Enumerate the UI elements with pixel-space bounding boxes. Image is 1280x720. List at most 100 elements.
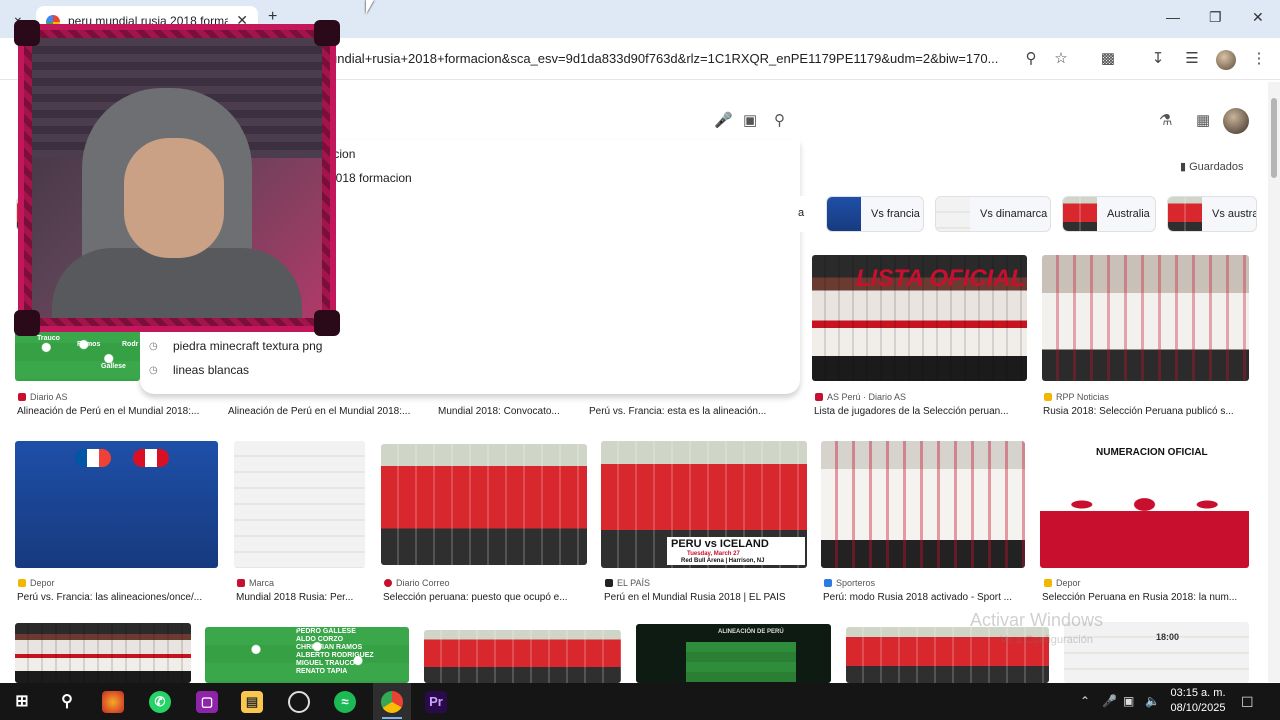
bookmark-star-icon[interactable]: ☆ (1052, 50, 1070, 68)
result-image[interactable]: PERU vs ICELAND Tuesday, March 27 Red Bu… (601, 441, 807, 568)
result-caption[interactable]: Perú en el Mundial Rusia 2018 | EL PAÍS (604, 592, 804, 603)
result-image[interactable] (1042, 255, 1249, 381)
frame-corner-ornament (14, 310, 40, 336)
result-image[interactable] (15, 441, 218, 568)
volume-icon[interactable]: 🔈 (1145, 694, 1160, 708)
result-image[interactable] (15, 623, 191, 683)
page-scrollbar[interactable] (1268, 82, 1280, 682)
image-overlay-text: LISTA OFICIAL (856, 265, 1026, 292)
pitch-graphic (686, 642, 796, 682)
network-icon[interactable]: ▣ (1123, 694, 1134, 708)
frame-corner-ornament (314, 310, 340, 336)
result-image[interactable] (821, 441, 1025, 568)
saved-link[interactable]: ▮ Guardados (1180, 160, 1244, 173)
minimize-icon[interactable]: — (1166, 9, 1180, 25)
result-caption[interactable]: Mundial 2018: Convocato... (438, 406, 573, 417)
result-source-name: EL PAÍS (617, 578, 651, 588)
player-label: Rodr (122, 341, 139, 348)
close-window-icon[interactable]: ✕ (1252, 9, 1264, 26)
file-explorer-icon[interactable]: ▤ (241, 691, 263, 713)
chip-thumbnail (1063, 197, 1097, 231)
profile-avatar[interactable] (1216, 50, 1236, 70)
result-source: AS Perú · Diario AS (815, 392, 906, 402)
suggestion-item[interactable]: piedra minecraft textura png (173, 339, 322, 353)
voice-search-icon[interactable]: 🎤 (714, 111, 733, 129)
result-caption[interactable]: Perú vs. Francia: esta es la alineación.… (589, 406, 779, 417)
premiere-pro-icon[interactable]: Pr (425, 691, 447, 713)
windows-start-icon[interactable]: ⊞ (11, 691, 33, 713)
result-caption[interactable]: Perú vs. Francia: las alineaciones/once/… (17, 592, 217, 603)
image-search-icon[interactable]: ▣ (743, 111, 757, 129)
zoom-icon[interactable]: ⚲ (1022, 50, 1040, 68)
webcam-person-body (52, 248, 302, 318)
result-source: Diario AS (18, 392, 68, 402)
result-source: RPP Noticias (1044, 392, 1109, 402)
spotify-icon[interactable]: ≈ (334, 691, 356, 713)
result-caption[interactable]: Perú: modo Rusia 2018 activado - Sport .… (823, 592, 1023, 603)
saved-label: Guardados (1189, 161, 1244, 173)
restore-icon[interactable]: ❐ (1209, 9, 1222, 26)
result-caption[interactable]: Selección Peruana en Rusia 2018: la num.… (1042, 592, 1249, 603)
account-avatar[interactable] (1223, 108, 1249, 134)
suggestion-item[interactable]: 2018 formacion (329, 171, 412, 185)
chrome-icon[interactable] (381, 691, 403, 713)
chip-vs-francia[interactable]: Vs francia (826, 196, 924, 232)
chip-vs-dinamarca[interactable]: Vs dinamarca (935, 196, 1051, 232)
result-image[interactable] (234, 441, 365, 568)
system-clock[interactable]: 03:15 a. m. 08/10/2025 (1165, 686, 1231, 716)
taskbar-search-icon[interactable]: ⚲ (56, 691, 78, 713)
frame-corner-ornament (314, 20, 340, 46)
result-caption[interactable]: Lista de jugadores de la Selección perua… (814, 406, 1024, 417)
search-icon[interactable]: ⚲ (774, 111, 785, 129)
result-caption[interactable]: Selección peruana: puesto que ocupó e... (383, 592, 583, 603)
microphone-icon[interactable]: 🎤 (1102, 694, 1117, 708)
tray-overflow-chevron-icon[interactable]: ⌃ (1080, 694, 1090, 708)
result-image[interactable] (424, 630, 621, 683)
address-bar[interactable]: undial+rusia+2018+formacion&sca_esv=9d1d… (330, 51, 1010, 66)
labs-flask-icon[interactable]: ⚗ (1159, 111, 1172, 129)
suggestion-item[interactable]: lineas blancas (173, 363, 249, 377)
result-source: Depor (1044, 578, 1081, 588)
result-image[interactable]: LISTA OFICIAL (812, 255, 1027, 381)
chip-label: Vs dinamarca (980, 208, 1048, 220)
image-overlay-text: ALINEACIÓN DE PERÚ (718, 629, 784, 635)
history-clock-icon: ◷ (149, 365, 158, 376)
apps-grid-icon[interactable]: ▦ (1196, 111, 1210, 129)
whatsapp-icon[interactable]: ✆ (149, 691, 171, 713)
browser-menu-icon[interactable]: ⋮ (1250, 50, 1268, 68)
result-source-name: Sporteros (836, 578, 876, 588)
chip-label: Vs austra (1212, 208, 1257, 220)
clock-time: 03:15 a. m. (1170, 687, 1226, 699)
download-icon[interactable]: ↧ (1149, 50, 1167, 68)
taskbar-app-icon[interactable] (102, 691, 124, 713)
peru-flag-icon (133, 449, 169, 467)
windows-taskbar: ⊞ ⚲ ✆ ▢ ▤ ≈ Pr ⌃ 🎤 ▣ 🔈 03:15 a. m. 08/10… (0, 683, 1280, 720)
webcam-feed (32, 38, 322, 318)
result-source-name: Depor (1056, 578, 1081, 588)
media-control-icon[interactable]: ☰ (1183, 50, 1201, 68)
result-image[interactable]: ALINEACIÓN DE PERÚ (636, 624, 831, 683)
extensions-icon[interactable]: ▩ (1099, 50, 1117, 68)
result-image[interactable] (381, 444, 587, 565)
chip-label: Vs francia (871, 208, 920, 220)
image-overlay-text: 18:00 (1156, 632, 1180, 642)
windows-activation-subtext: Ve a Configuración (1000, 634, 1093, 646)
chip[interactable]: a (760, 196, 812, 232)
obs-icon[interactable] (288, 691, 310, 713)
webcam-person-face (124, 138, 224, 258)
scrollbar-thumb[interactable] (1271, 98, 1277, 178)
windows-activation-watermark: Activar Windows (970, 610, 1104, 630)
result-caption[interactable]: Rusia 2018: Selección Peruana publicó s.… (1043, 406, 1248, 417)
notification-center-icon[interactable]: ☐ (1241, 694, 1254, 711)
result-caption[interactable]: Mundial 2018 Rusia: Per... (236, 592, 361, 603)
result-image[interactable]: NUMERACION OFICIAL (1040, 441, 1249, 568)
taskbar-chat-app-icon[interactable]: ▢ (196, 691, 218, 713)
result-image[interactable]: 18:00 (1064, 622, 1249, 683)
player-label: Ramos (77, 341, 101, 348)
result-caption[interactable]: Alineación de Perú en el Mundial 2018:..… (228, 406, 418, 417)
history-clock-icon: ◷ (149, 341, 158, 352)
chip-thumbnail (936, 197, 970, 231)
chip-australia[interactable]: Australia (1062, 196, 1156, 232)
chip-vs-australia[interactable]: Vs austra (1167, 196, 1257, 232)
result-caption[interactable]: Alineación de Perú en el Mundial 2018:..… (17, 406, 207, 417)
